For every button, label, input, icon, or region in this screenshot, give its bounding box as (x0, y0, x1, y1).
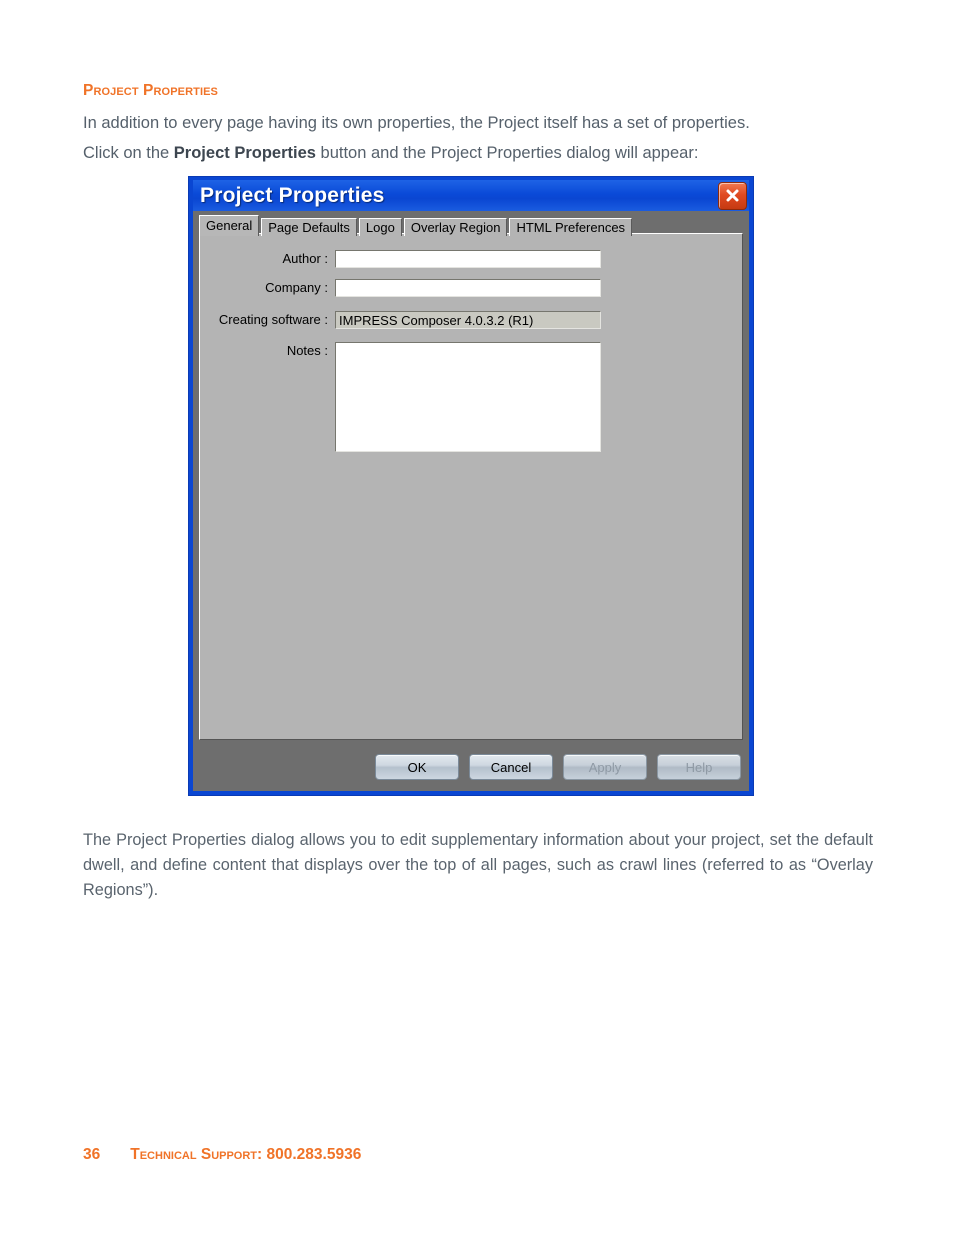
author-row: Author : (200, 250, 742, 268)
company-input[interactable] (335, 279, 601, 297)
page-number: 36 (83, 1146, 101, 1163)
notes-row: Notes : (200, 342, 742, 452)
project-properties-dialog: Project Properties General Page Defaults… (188, 176, 754, 796)
tab-page-defaults[interactable]: Page Defaults (261, 218, 357, 236)
manual-page: Project Properties In addition to every … (0, 0, 954, 1235)
close-icon[interactable] (718, 182, 747, 210)
notes-label: Notes : (286, 343, 328, 358)
intro-bold-term: Project Properties (173, 144, 316, 162)
help-button: Help (657, 754, 741, 780)
support-info: Technical Support: 800.283.5936 (130, 1146, 362, 1163)
creating-software-value (335, 311, 601, 329)
author-input[interactable] (335, 250, 601, 268)
page-title: Project Properties (83, 82, 218, 99)
outro-paragraph: The Project Properties dialog allows you… (83, 831, 873, 899)
notes-textarea[interactable] (335, 342, 601, 452)
apply-button: Apply (563, 754, 647, 780)
company-label: Company : (265, 280, 328, 295)
dialog-button-bar: OK Cancel Apply Help (193, 753, 741, 781)
tab-panel-general: Author : Company : Creating software : N… (199, 233, 743, 740)
tab-logo[interactable]: Logo (358, 218, 402, 236)
tab-overlay-region[interactable]: Overlay Region (403, 218, 508, 236)
dialog-title: Project Properties (200, 183, 385, 207)
author-label: Author : (282, 251, 328, 266)
intro-line-2-post: button and the Project Properties dialog… (315, 144, 699, 162)
dialog-inner: Project Properties General Page Defaults… (193, 180, 749, 791)
dialog-titlebar[interactable]: Project Properties (193, 180, 749, 211)
intro-line-2-pre: Click on the (83, 144, 174, 162)
company-row: Company : (200, 279, 742, 297)
dialog-client-area: General Page Defaults Logo Overlay Regio… (193, 211, 749, 791)
creating-software-row: Creating software : (200, 311, 742, 329)
tab-general[interactable]: General (199, 215, 260, 236)
page-footer: 36 Technical Support: 800.283.5936 (83, 1146, 361, 1164)
dialog-tabstrip: General Page Defaults Logo Overlay Regio… (199, 215, 743, 236)
ok-button[interactable]: OK (375, 754, 459, 780)
intro-line-2: Click on the Project Properties button a… (83, 138, 883, 168)
intro-line-1: In addition to every page having its own… (83, 114, 750, 132)
cancel-button[interactable]: Cancel (469, 754, 553, 780)
intro-paragraph: In addition to every page having its own… (83, 108, 883, 168)
tab-html-preferences[interactable]: HTML Preferences (509, 218, 633, 236)
creating-software-label: Creating software : (218, 312, 328, 327)
